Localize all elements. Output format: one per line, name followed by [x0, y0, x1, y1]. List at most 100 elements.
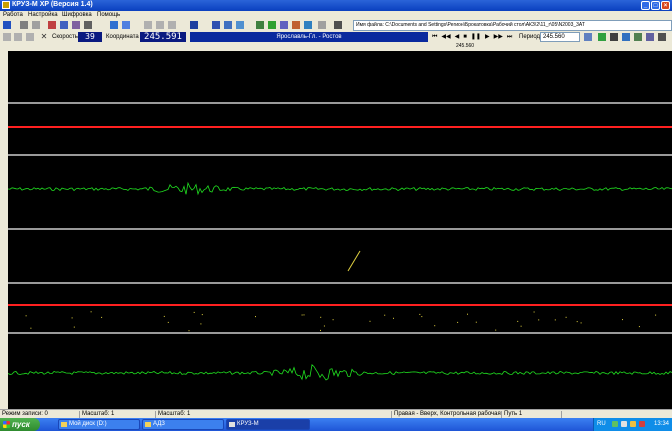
export-icon[interactable] — [304, 21, 312, 29]
cut-icon[interactable] — [48, 21, 56, 29]
signal-dot — [193, 311, 195, 313]
plus-icon[interactable] — [156, 21, 164, 29]
signal-dot — [384, 314, 386, 316]
info-icon[interactable] — [334, 21, 342, 29]
flag-icon[interactable] — [224, 21, 232, 29]
select-icon[interactable] — [110, 21, 118, 29]
forward-icon[interactable]: ▶▶ — [494, 33, 503, 42]
print-icon[interactable] — [32, 21, 40, 29]
windows-logo-icon — [3, 421, 10, 428]
period-input[interactable]: 245.560 — [540, 32, 580, 42]
redo-icon[interactable] — [14, 33, 22, 41]
report-icon[interactable] — [292, 21, 300, 29]
status-direction: Правая - Вверх, Контрольная рабочая — [394, 411, 502, 418]
signal-dot — [520, 325, 522, 327]
ruler-icon[interactable] — [236, 21, 244, 29]
shield-icon[interactable] — [630, 421, 636, 427]
refresh-icon[interactable] — [26, 33, 34, 41]
table-icon[interactable] — [280, 21, 288, 29]
signal-dot — [167, 321, 169, 323]
chart-icon[interactable] — [256, 21, 264, 29]
go-icon[interactable] — [584, 33, 592, 41]
stop-icon[interactable]: ■ — [463, 33, 467, 42]
channel-strip — [0, 51, 8, 409]
network-icon[interactable] — [612, 421, 618, 427]
measure-icon[interactable] — [622, 33, 630, 41]
copy-icon[interactable] — [60, 21, 68, 29]
task-my-disk[interactable]: Мой диск (D:) — [58, 419, 140, 430]
pointer-icon[interactable] — [122, 21, 130, 29]
last-icon[interactable]: ⏭ — [507, 33, 512, 42]
task-adz[interactable]: АДЗ — [142, 419, 224, 430]
paste-icon[interactable] — [72, 21, 80, 29]
green-trace — [8, 364, 672, 381]
task-kruz[interactable]: КРУЗ-М — [226, 419, 310, 430]
app-icon — [229, 422, 235, 427]
undo-icon[interactable] — [3, 33, 11, 41]
ruler-row: 245.560 — [0, 43, 672, 51]
window-title: КРУЗ-М XP (Версия 1.4) — [12, 1, 93, 8]
rewind-icon[interactable]: ◀◀ — [441, 33, 450, 42]
pen-icon[interactable] — [190, 21, 198, 29]
signal-dot — [475, 321, 477, 323]
signal-dot — [533, 311, 535, 313]
menu-item-work[interactable]: Работа — [3, 12, 23, 18]
start-button[interactable]: пуск — [0, 418, 40, 431]
period-label: Период — [519, 34, 541, 40]
grid-icon[interactable] — [144, 21, 152, 29]
signal-dot — [421, 316, 423, 318]
menu-bar: Работа Настройка Шифровка Помощь — [0, 11, 672, 20]
signal-dot — [25, 315, 27, 317]
signal-dot — [495, 329, 497, 331]
system-tray: RU 13:34 — [593, 418, 672, 431]
file-path-field[interactable]: Имя файла: C:\Documents and Settings\Рег… — [353, 20, 672, 31]
first-icon[interactable]: ⏮ — [432, 33, 437, 42]
folder-icon — [145, 422, 151, 427]
signal-streak — [347, 250, 361, 272]
cancel-icon[interactable]: ✕ — [40, 33, 48, 41]
layers-icon[interactable] — [610, 33, 618, 41]
minus-icon[interactable] — [168, 21, 176, 29]
signal-dot — [301, 314, 303, 316]
menu-item-settings[interactable]: Настройка — [28, 12, 58, 18]
minimize-button[interactable]: _ — [641, 1, 650, 10]
play-icon[interactable]: ▶ — [485, 33, 490, 42]
signal-dot — [393, 317, 394, 319]
settings-icon[interactable] — [318, 21, 326, 29]
signal-dot — [565, 316, 567, 318]
signal-dot — [369, 320, 371, 322]
menu-item-help[interactable]: Помощь — [97, 12, 120, 18]
scale-icon[interactable] — [646, 33, 654, 41]
antivirus-icon[interactable] — [639, 421, 645, 427]
signal-dot — [201, 314, 203, 316]
map-icon[interactable] — [598, 33, 606, 41]
pause-icon[interactable]: ❚❚ — [471, 33, 481, 42]
save-icon[interactable] — [20, 21, 28, 29]
signal-plot[interactable] — [8, 51, 672, 409]
signal-dot — [90, 311, 92, 313]
ruler-value: 245.560 — [456, 43, 475, 49]
menu-item-cipher[interactable]: Шифровка — [62, 12, 92, 18]
signal-dot — [30, 327, 32, 329]
status-mode: Режим записи: 0 — [0, 411, 80, 418]
track-icon[interactable] — [634, 33, 642, 41]
maximize-button[interactable]: □ — [651, 1, 660, 10]
close-button[interactable]: × — [661, 1, 670, 10]
open-icon[interactable] — [3, 21, 11, 29]
zoom-icon[interactable] — [84, 21, 92, 29]
language-indicator[interactable]: RU — [597, 421, 606, 427]
taskbar: пуск Мой диск (D:) АДЗ КРУЗ-М RU 13:34 — [0, 418, 672, 431]
green-trace — [8, 181, 672, 196]
signal-dot — [538, 319, 540, 321]
prev-icon[interactable]: ◀ — [455, 33, 460, 42]
app-icon[interactable] — [2, 1, 10, 9]
marker-icon[interactable] — [212, 21, 220, 29]
check-icon[interactable] — [268, 21, 276, 29]
status-track: Путь 1 — [502, 411, 562, 418]
volume-icon[interactable] — [621, 421, 627, 427]
signal-dot — [332, 319, 334, 321]
signal-dot — [323, 325, 325, 327]
signal-dot — [200, 323, 202, 325]
tools-icon[interactable] — [658, 33, 666, 41]
signal-dot — [73, 326, 75, 328]
